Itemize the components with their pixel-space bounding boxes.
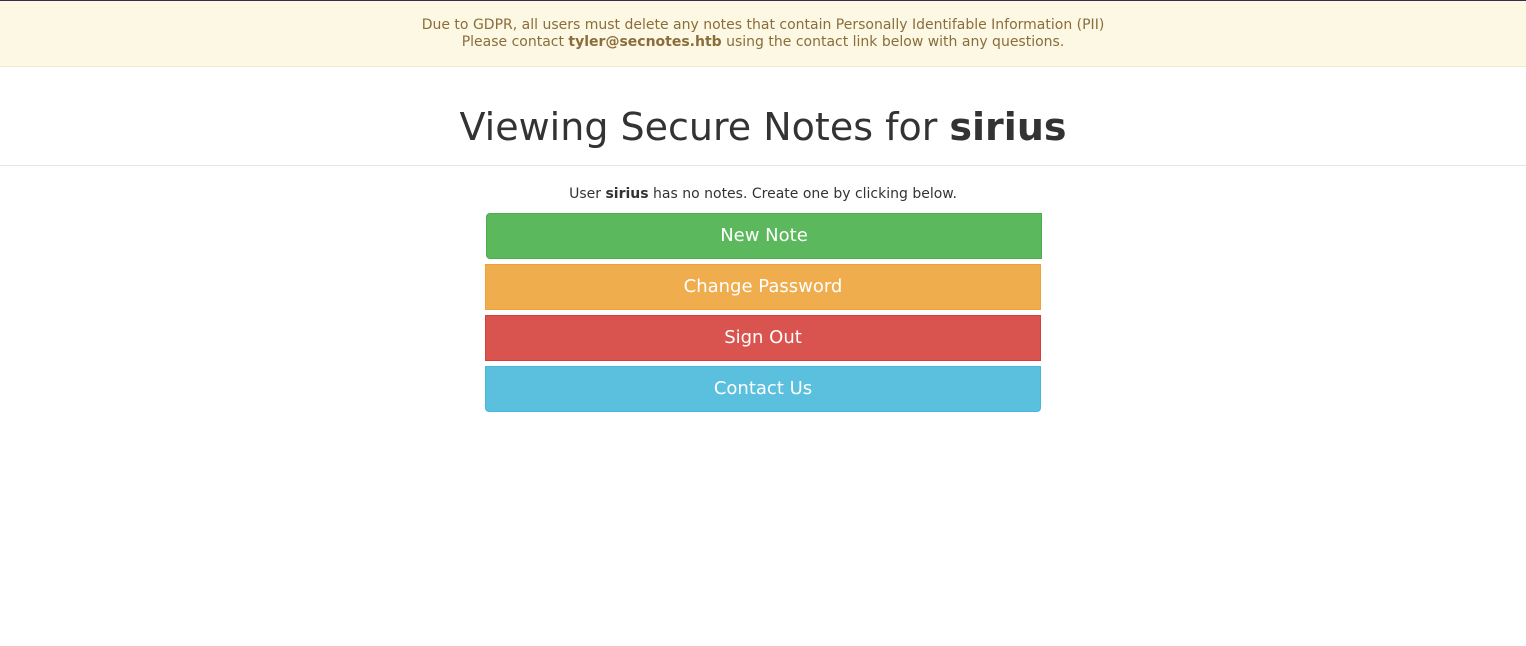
empty-message-prefix: User [569, 186, 606, 202]
notice-line-2-suffix: using the contact link below with any qu… [721, 34, 1065, 50]
empty-notes-message: User sirius has no notes. Create one by … [485, 186, 1041, 203]
new-note-button[interactable]: New Note [486, 213, 1042, 259]
notice-line-2-prefix: Please contact [461, 34, 569, 50]
page-title-username: sirius [949, 105, 1067, 149]
change-password-button[interactable]: Change Password [485, 264, 1041, 310]
gdpr-notice: Due to GDPR, all users must delete any n… [0, 1, 1526, 67]
empty-message-username: sirius [605, 186, 649, 202]
notice-line-1: Due to GDPR, all users must delete any n… [421, 17, 1105, 33]
page-title-prefix: Viewing Secure Notes for [459, 105, 950, 149]
empty-message-suffix: has no notes. Create one by clicking bel… [648, 186, 957, 202]
page-title: Viewing Secure Notes for sirius [0, 67, 1526, 149]
sign-out-button[interactable]: Sign Out [485, 315, 1041, 361]
main-content: User sirius has no notes. Create one by … [485, 186, 1042, 412]
contact-us-button[interactable]: Contact Us [485, 366, 1041, 412]
notice-line-2: Please contact tyler@secnotes.htb using … [0, 34, 1526, 51]
contact-email: tyler@secnotes.htb [568, 34, 722, 50]
page-header: Viewing Secure Notes for sirius [0, 67, 1526, 166]
